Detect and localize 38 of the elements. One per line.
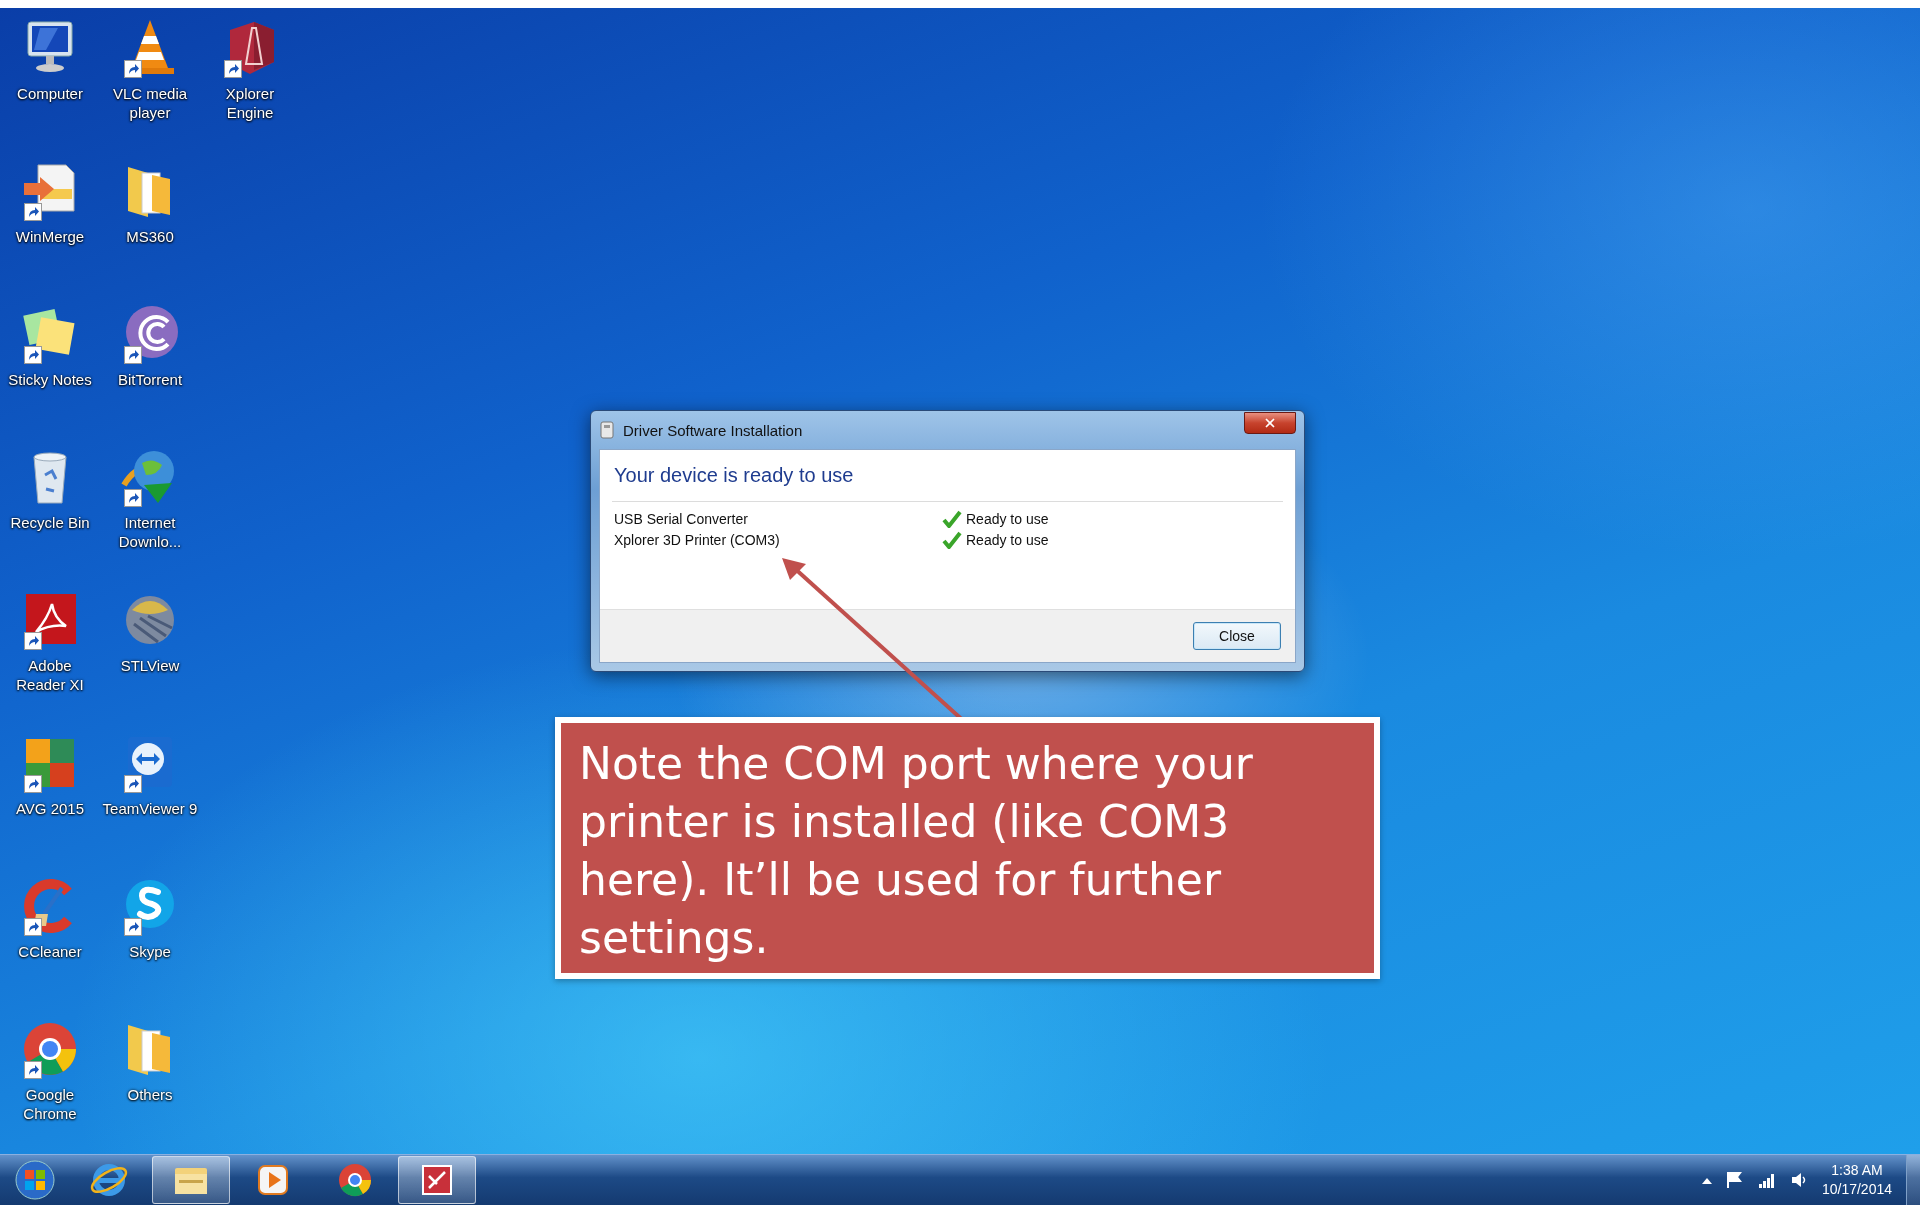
desktop-shortcut[interactable]: Sticky Notes (2, 302, 98, 389)
desktop-shortcut[interactable]: TeamViewer 9 (102, 731, 198, 818)
close-button[interactable] (1244, 412, 1296, 434)
desktop-shortcut[interactable]: Xplorer Engine (202, 16, 298, 122)
desktop-shortcut[interactable]: Others (102, 1017, 198, 1104)
dialog-heading: Your device is ready to use (613, 464, 855, 487)
close-icon (1263, 416, 1277, 430)
desktop-shortcut[interactable]: AVG 2015 (2, 731, 98, 818)
clock-time: 1:38 AM (1831, 1161, 1883, 1180)
clock-date: 10/17/2014 (1821, 1180, 1892, 1199)
signal-bars-icon[interactable] (1757, 1172, 1776, 1188)
show-desktop-button[interactable] (1906, 1155, 1920, 1205)
device-name: USB Serial Converter (613, 510, 749, 527)
start-orb-icon (15, 1160, 55, 1200)
desktop-shortcut[interactable]: Adobe Reader XI (2, 588, 98, 694)
device-status: Ready to use (965, 531, 1049, 548)
desktop-shortcut[interactable]: VLC media player (102, 16, 198, 122)
device-status: Ready to use (965, 510, 1049, 527)
desktop-shortcut[interactable]: Recycle Bin (2, 445, 98, 532)
device-icon (599, 421, 615, 439)
speaker-icon[interactable] (1789, 1171, 1808, 1189)
taskbar-button[interactable] (398, 1156, 476, 1204)
desktop-shortcut[interactable]: WinMerge (2, 159, 98, 246)
desktop-shortcut[interactable]: BitTorrent (102, 302, 198, 389)
desktop-shortcut[interactable]: Internet Downlo... (102, 445, 198, 551)
desktop-shortcut[interactable]: CCleaner (2, 874, 98, 961)
desktop-shortcut[interactable]: Skype (102, 874, 198, 961)
window-title: Driver Software Installation (623, 421, 804, 439)
flag-icon[interactable] (1725, 1171, 1744, 1189)
desktop-shortcut[interactable]: STLView (102, 588, 198, 675)
desktop-shortcut[interactable]: Google Chrome (2, 1017, 98, 1123)
annotation-callout: Note the COM port where your printer is installed (like COM3 here). It’ll be used for further settings. (555, 717, 1380, 979)
desktop-shortcut[interactable]: MS360 (102, 159, 198, 246)
taskbar-button[interactable] (152, 1156, 230, 1204)
caret-up-icon[interactable] (1701, 1176, 1712, 1184)
device-name: Xplorer 3D Printer (COM3) (613, 531, 781, 548)
desktop-shortcut[interactable]: Computer (2, 16, 98, 103)
close-button[interactable]: Close (1193, 622, 1281, 650)
